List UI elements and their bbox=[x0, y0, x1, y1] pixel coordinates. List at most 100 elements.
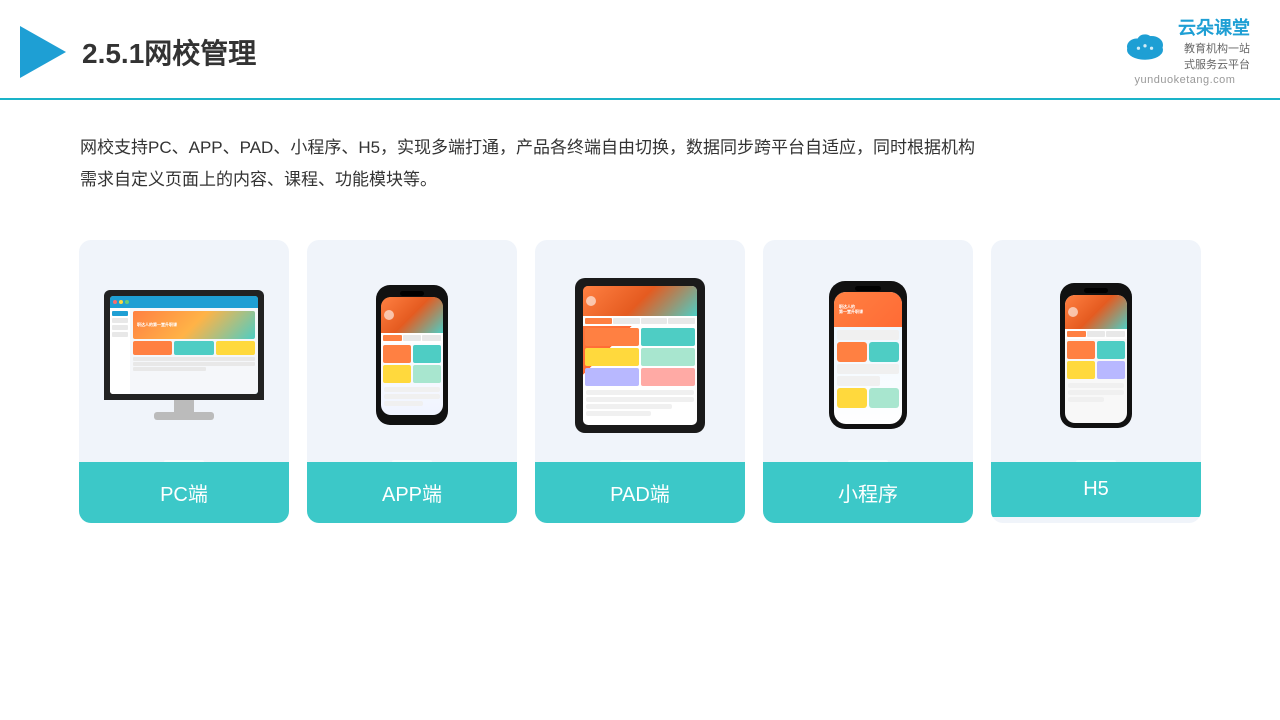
description-text: 网校支持PC、APP、PAD、小程序、H5，实现多端打通，产品各终端自由切换，数… bbox=[80, 132, 1200, 197]
h5-screen-list bbox=[1065, 381, 1127, 406]
pc-side-active bbox=[112, 311, 128, 316]
app-list-line bbox=[384, 394, 440, 399]
h5-nav-item bbox=[1087, 331, 1106, 337]
mini-card bbox=[837, 388, 867, 408]
app-phone-screen bbox=[381, 297, 443, 415]
mini-phone-mockup: 职达人的第一堂升职课 bbox=[829, 281, 907, 429]
pad-screen-banner bbox=[583, 286, 697, 316]
h5-banner-circle bbox=[1068, 307, 1078, 317]
monitor: 职达人的第一堂升职课 bbox=[104, 290, 264, 400]
app-nav-item bbox=[403, 335, 422, 341]
card-mini-image: 职达人的第一堂升职课 bbox=[763, 240, 973, 460]
card-h5-image bbox=[991, 240, 1201, 460]
h5-phone-screen bbox=[1065, 295, 1127, 423]
app-screen-list bbox=[381, 385, 443, 410]
header-left: 2.5.1网校管理 bbox=[20, 26, 256, 78]
card-app: APP端 bbox=[307, 240, 517, 523]
card-pad: PAD端 bbox=[535, 240, 745, 523]
pc-row-line bbox=[133, 357, 255, 361]
pad-list-line bbox=[586, 404, 672, 409]
brand-url: yunduoketang.com bbox=[1135, 74, 1236, 86]
pc-sidebar bbox=[110, 308, 130, 394]
app-grid-item bbox=[383, 365, 411, 383]
h5-grid-item bbox=[1067, 361, 1095, 379]
app-grid-item bbox=[413, 365, 441, 383]
h5-banner-text bbox=[1080, 311, 1124, 313]
monitor-screen: 职达人的第一堂升职课 bbox=[110, 296, 258, 394]
card-pad-label: PAD端 bbox=[535, 462, 745, 523]
pc-dot-yellow bbox=[119, 300, 123, 304]
pad-nav-item bbox=[668, 318, 695, 324]
h5-phone-notch bbox=[1084, 288, 1108, 293]
app-phone-notch bbox=[400, 291, 424, 296]
pad-grid-item bbox=[641, 348, 695, 366]
app-nav-item bbox=[383, 335, 402, 341]
card-pc: 职达人的第一堂升职课 bbox=[79, 240, 289, 523]
mini-card bbox=[869, 388, 899, 408]
mini-phone-screen: 职达人的第一堂升职课 bbox=[834, 292, 902, 424]
app-nav-item bbox=[422, 335, 441, 341]
pc-card-yellow bbox=[216, 341, 255, 355]
app-screen-grid bbox=[381, 343, 443, 385]
brand-info: 云朵课堂 教育机构一站式服务云平台 bbox=[1178, 18, 1250, 72]
pc-hero: 职达人的第一堂升职课 bbox=[133, 311, 255, 339]
mini-phone-notch bbox=[855, 286, 881, 291]
tablet-mockup bbox=[575, 278, 705, 433]
mini-screen-row bbox=[837, 330, 899, 340]
app-screen-nav bbox=[381, 333, 443, 343]
app-banner-circle bbox=[384, 310, 394, 320]
cloud-icon bbox=[1120, 27, 1170, 63]
pc-screen-detail: 职达人的第一堂升职课 bbox=[110, 296, 258, 394]
mini-screen-row-cards bbox=[837, 342, 899, 362]
card-h5: H5 bbox=[991, 240, 1201, 523]
pad-grid-item bbox=[641, 368, 695, 386]
mini-screen-header: 职达人的第一堂升职课 bbox=[834, 292, 902, 327]
h5-screen-nav bbox=[1065, 329, 1127, 339]
h5-screen-banner bbox=[1065, 295, 1127, 329]
card-pc-label: PC端 bbox=[79, 462, 289, 523]
app-grid-item bbox=[413, 345, 441, 363]
pc-cards bbox=[133, 341, 255, 355]
app-screen-banner bbox=[381, 297, 443, 333]
card-pad-image bbox=[535, 240, 745, 460]
pad-screen-nav bbox=[583, 316, 697, 326]
mini-card bbox=[869, 342, 899, 362]
description: 网校支持PC、APP、PAD、小程序、H5，实现多端打通，产品各终端自由切换，数… bbox=[0, 100, 1280, 221]
pad-grid-item bbox=[641, 328, 695, 346]
app-list-line bbox=[384, 387, 440, 392]
pc-mockup: 职达人的第一堂升职课 bbox=[104, 290, 264, 420]
pad-nav-item bbox=[641, 318, 668, 324]
pad-nav-item bbox=[585, 318, 612, 324]
mini-card bbox=[837, 342, 867, 362]
page-title: 2.5.1网校管理 bbox=[82, 32, 256, 72]
card-mini: 职达人的第一堂升职课 bbox=[763, 240, 973, 523]
h5-list-line bbox=[1068, 383, 1124, 388]
pc-dot-green bbox=[125, 300, 129, 304]
brand-name: 云朵课堂 bbox=[1178, 18, 1250, 40]
tablet-screen bbox=[583, 286, 697, 425]
h5-nav-item bbox=[1106, 331, 1125, 337]
card-pc-label-wrapper: PC端 bbox=[79, 460, 289, 523]
app-list-line bbox=[384, 401, 423, 406]
h5-list-line bbox=[1068, 390, 1124, 395]
cards-container: 职达人的第一堂升职课 bbox=[0, 230, 1280, 533]
pad-screen-list bbox=[583, 388, 697, 420]
pc-side-item bbox=[112, 318, 128, 323]
pc-hero-text: 职达人的第一堂升职课 bbox=[137, 322, 177, 328]
card-app-image bbox=[307, 240, 517, 460]
pad-grid-item bbox=[585, 368, 639, 386]
pad-banner-circle bbox=[586, 296, 596, 306]
pad-list-line bbox=[586, 390, 694, 395]
h5-phone-mockup bbox=[1060, 283, 1132, 428]
app-grid-item bbox=[383, 345, 411, 363]
monitor-neck bbox=[174, 400, 194, 412]
card-h5-label-wrapper: H5 bbox=[991, 460, 1201, 517]
pc-main: 职达人的第一堂升职课 bbox=[110, 308, 258, 394]
pc-row-line bbox=[133, 362, 255, 366]
h5-nav-item bbox=[1067, 331, 1086, 337]
mini-screen-row bbox=[837, 376, 880, 386]
pc-side-item bbox=[112, 325, 128, 330]
pad-list-line bbox=[586, 411, 651, 416]
mini-screen-body bbox=[834, 327, 902, 411]
h5-grid-item bbox=[1097, 341, 1125, 359]
